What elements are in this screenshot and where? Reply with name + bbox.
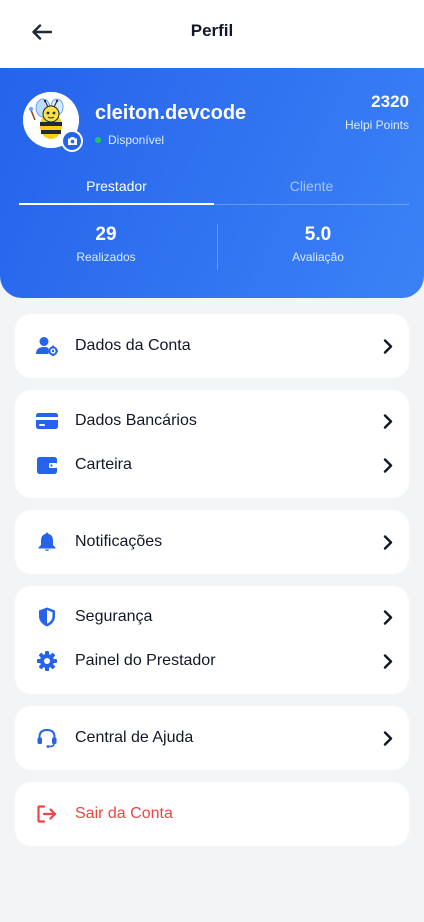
credit-card-icon: [36, 410, 58, 432]
stats-divider: [217, 224, 218, 270]
account-card: Dados da Conta: [15, 314, 409, 378]
stat-completed: 29 Realizados: [0, 224, 212, 272]
username: cleiton.devcode: [95, 102, 247, 124]
chevron-right-icon: [381, 413, 395, 429]
chevron-right-icon: [381, 338, 395, 354]
notifications-card: Notificações: [15, 510, 409, 574]
gear-icon: [36, 650, 58, 672]
menu-item-notifications-label: Notificações: [75, 533, 163, 550]
menu-item-security-label: Segurança: [75, 608, 153, 625]
chevron-right-icon: [381, 457, 395, 473]
camera-icon: [67, 137, 77, 145]
stat-rating-label: Avaliação: [292, 250, 344, 264]
profile-stats: 29 Realizados 5.0 Avaliação: [0, 224, 424, 272]
bell-icon: [36, 531, 58, 553]
help-card: Central de Ajuda: [15, 706, 409, 770]
headset-icon: [36, 727, 58, 749]
menu-item-wallet-label: Carteira: [75, 456, 132, 473]
wallet-icon: [36, 454, 58, 476]
menu-item-security[interactable]: Segurança: [15, 595, 409, 639]
shield-icon: [36, 606, 58, 628]
menu-item-account-label: Dados da Conta: [75, 337, 191, 354]
stat-completed-label: Realizados: [76, 250, 136, 264]
stat-rating-value: 5.0: [304, 224, 332, 245]
stat-rating: 5.0 Avaliação: [212, 224, 424, 272]
change-photo-button[interactable]: [61, 130, 83, 152]
settings-card: Segurança Painel do Prestador: [15, 586, 409, 694]
menu-item-notifications[interactable]: Notificações: [15, 520, 409, 564]
menu-item-account[interactable]: Dados da Conta: [15, 324, 409, 368]
chevron-right-icon: [381, 534, 395, 550]
avatar[interactable]: [23, 92, 83, 152]
logout-icon: [36, 803, 58, 825]
tab-cliente[interactable]: Cliente: [214, 172, 409, 204]
finance-card: Dados Bancários Carteira: [15, 390, 409, 498]
chevron-right-icon: [381, 730, 395, 746]
top-bar: Perfil: [0, 0, 424, 68]
logout-button[interactable]: Sair da Conta: [15, 792, 409, 836]
profile-tabs: Prestador Cliente: [19, 172, 409, 205]
chevron-right-icon: [381, 653, 395, 669]
menu-item-bank[interactable]: Dados Bancários: [15, 399, 409, 443]
menu-item-provider-panel[interactable]: Painel do Prestador: [15, 639, 409, 683]
points-value: 2320: [371, 92, 409, 111]
tab-prestador[interactable]: Prestador: [19, 172, 214, 205]
menu-item-help-label: Central de Ajuda: [75, 729, 194, 746]
user-gear-icon: [36, 335, 58, 357]
page-title: Perfil: [190, 21, 234, 40]
stat-completed-value: 29: [95, 224, 117, 245]
availability-status: Disponível: [95, 133, 164, 147]
menu-item-provider-panel-label: Painel do Prestador: [75, 652, 216, 669]
online-dot-icon: [95, 137, 101, 143]
profile-header: cleiton.devcode Disponível 2320 Helpi Po…: [0, 68, 424, 298]
menu-item-wallet[interactable]: Carteira: [15, 443, 409, 487]
points-label: Helpi Points: [344, 118, 409, 132]
logout-label: Sair da Conta: [75, 805, 173, 822]
logout-card: Sair da Conta: [15, 782, 409, 846]
menu-item-bank-label: Dados Bancários: [75, 412, 197, 429]
status-text: Disponível: [108, 133, 165, 147]
chevron-right-icon: [381, 609, 395, 625]
menu-item-help[interactable]: Central de Ajuda: [15, 716, 409, 760]
